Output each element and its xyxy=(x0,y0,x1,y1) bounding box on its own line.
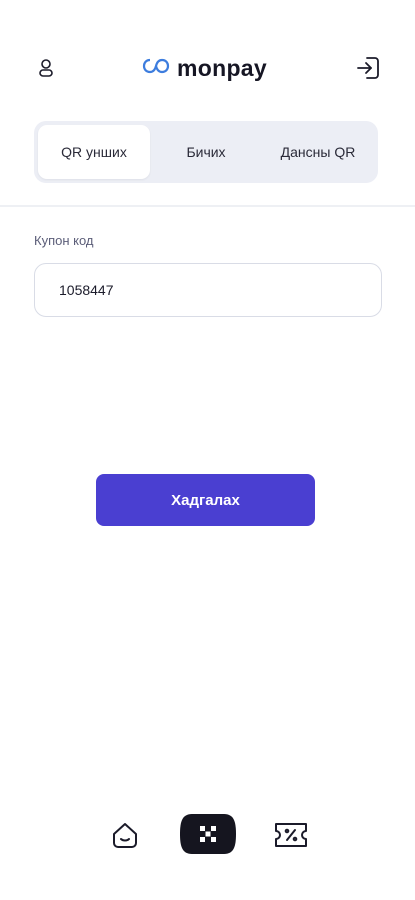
coupon-code-field xyxy=(34,263,382,317)
coupon-percent-icon[interactable] xyxy=(272,818,310,852)
mode-segmented-control: QR уншиx Бичиx Дансны QR xyxy=(34,121,378,183)
tab-account-qr[interactable]: Дансны QR xyxy=(262,125,374,179)
tab-qr-scan[interactable]: QR уншиx xyxy=(38,125,150,179)
coupon-code-label: Купон код xyxy=(34,233,94,248)
logout-icon[interactable] xyxy=(354,54,382,82)
divider xyxy=(0,205,415,207)
tab-write[interactable]: Бичиx xyxy=(150,125,262,179)
brand-logo: monpay xyxy=(141,53,267,83)
scan-qr-icon[interactable] xyxy=(178,812,238,856)
brand-name: monpay xyxy=(177,54,267,81)
monpay-logo-icon xyxy=(141,55,171,82)
save-button[interactable]: Хадгалах xyxy=(96,474,315,526)
coupon-code-input[interactable] xyxy=(59,264,359,316)
top-bar: monpay xyxy=(0,0,415,120)
user-icon[interactable] xyxy=(34,56,58,80)
bottom-navigation xyxy=(0,800,415,870)
home-smile-icon[interactable] xyxy=(108,818,142,852)
